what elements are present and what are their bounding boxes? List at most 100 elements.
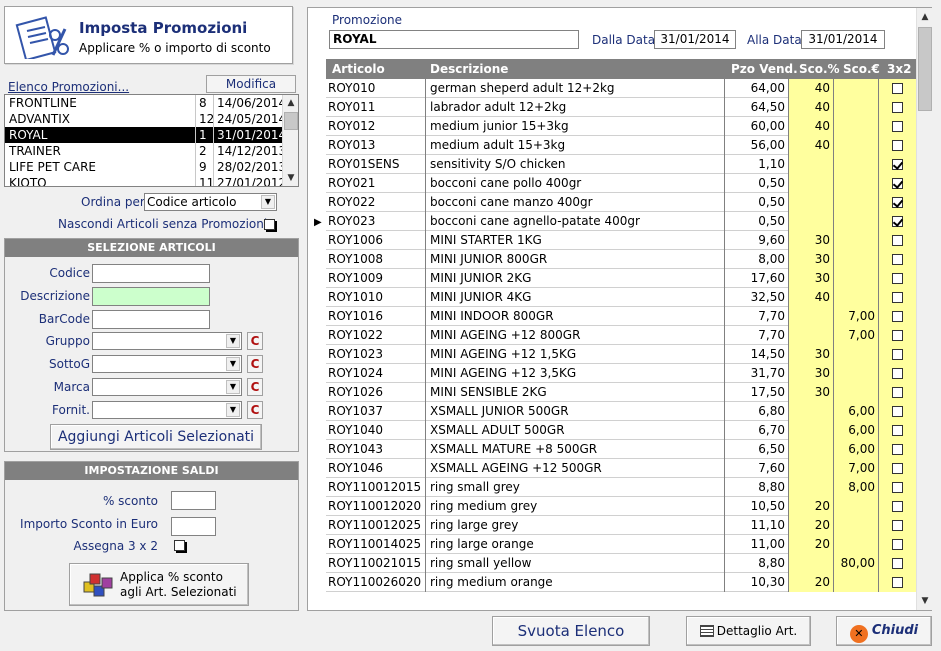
col-3x2[interactable]: 3x2 (887, 62, 911, 76)
cell-pct[interactable]: 20 (789, 535, 834, 554)
edit-list-button[interactable]: Modifica elenco (206, 75, 296, 107)
three-checkbox[interactable] (174, 540, 185, 551)
cell-price[interactable]: 60,00 (725, 117, 789, 136)
cell-price[interactable]: 8,80 (725, 478, 789, 497)
grid-scrollbar[interactable]: ▲ ▼ (916, 8, 932, 610)
cell-code[interactable]: ROY022 (326, 193, 426, 212)
cell-code[interactable]: ROY1043 (326, 440, 426, 459)
cell-eur[interactable]: 80,00 (834, 554, 879, 573)
cell-code[interactable]: ROY1026 (326, 383, 426, 402)
table-row[interactable]: ROY1022 MINI AGEING +12 800GR 7,70 7,00 (326, 326, 916, 345)
cell-price[interactable]: 6,50 (725, 440, 789, 459)
table-row[interactable]: ROY012 medium junior 15+3kg 60,00 40 (326, 117, 916, 136)
cell-desc[interactable]: medium junior 15+3kg (428, 117, 725, 136)
cell-code[interactable]: ROY1008 (326, 250, 426, 269)
cell-code[interactable]: ROY010 (326, 79, 426, 98)
three-checkbox-cell[interactable] (892, 387, 903, 398)
cell-desc[interactable]: XSMALL ADULT 500GR (428, 421, 725, 440)
cell-pct[interactable] (789, 193, 834, 212)
three-checkbox-cell[interactable] (892, 83, 903, 94)
table-row[interactable]: ROY110012020 ring medium grey 10,50 20 (326, 497, 916, 516)
codice-input[interactable] (92, 264, 210, 283)
euro-input[interactable] (171, 517, 216, 536)
cell-pct[interactable]: 20 (789, 516, 834, 535)
cell-price[interactable]: 14,50 (725, 345, 789, 364)
table-row[interactable]: ROY1026 MINI SENSIBLE 2KG 17,50 30 (326, 383, 916, 402)
promo-list-scrollbar[interactable]: ▲ ▼ (282, 95, 298, 186)
cell-price[interactable]: 17,60 (725, 269, 789, 288)
three-checkbox-cell[interactable] (892, 273, 903, 284)
add-selected-button[interactable]: Aggiungi Articoli Selezionati (50, 424, 262, 450)
cell-desc[interactable]: ring medium grey (428, 497, 725, 516)
cell-code[interactable]: ROY110021015 (326, 554, 426, 573)
three-checkbox-cell[interactable] (892, 501, 903, 512)
cell-price[interactable]: 17,50 (725, 383, 789, 402)
promo-list-label[interactable]: Elenco Promozioni... (8, 80, 129, 94)
cell-desc[interactable]: ring small grey (428, 478, 725, 497)
cell-desc[interactable]: MINI INDOOR 800GR (428, 307, 725, 326)
cell-pct[interactable] (789, 421, 834, 440)
table-row[interactable]: ROY01SENS sensitivity S/O chicken 1,10 (326, 155, 916, 174)
cell-price[interactable]: 32,50 (725, 288, 789, 307)
cell-desc[interactable]: MINI STARTER 1KG (428, 231, 725, 250)
cell-pct[interactable]: 30 (789, 231, 834, 250)
clear-marca-button[interactable]: C (247, 378, 263, 396)
gruppo-combo[interactable]: ▼ (92, 332, 242, 350)
table-row[interactable]: ROY1009 MINI JUNIOR 2KG 17,60 30 (326, 269, 916, 288)
cell-price[interactable]: 0,50 (725, 174, 789, 193)
fornit-combo[interactable]: ▼ (92, 401, 242, 419)
table-row[interactable]: ROY1023 MINI AGEING +12 1,5KG 14,50 30 (326, 345, 916, 364)
cell-code[interactable]: ROY1016 (326, 307, 426, 326)
cell-code[interactable]: ROY023 (326, 212, 426, 231)
cell-code[interactable]: ROY013 (326, 136, 426, 155)
order-combo[interactable]: Codice articolo ▼ (144, 193, 277, 211)
cell-desc[interactable]: MINI JUNIOR 4KG (428, 288, 725, 307)
three-checkbox-cell[interactable] (892, 482, 903, 493)
chevron-down-icon[interactable]: ▼ (226, 334, 240, 348)
col-pct[interactable]: Sco.% (799, 62, 840, 76)
three-checkbox-cell[interactable] (892, 444, 903, 455)
cell-eur[interactable] (834, 136, 879, 155)
sottog-combo[interactable]: ▼ (92, 355, 242, 373)
table-row[interactable]: ROY1037 XSMALL JUNIOR 500GR 6,80 6,00 (326, 402, 916, 421)
promo-list-item[interactable]: KIOTO 11 27/01/2012 (5, 175, 286, 186)
table-row[interactable]: ROY1046 XSMALL AGEING +12 500GR 7,60 7,00 (326, 459, 916, 478)
promo-name-input[interactable]: ROYAL (329, 30, 579, 49)
cell-eur[interactable]: 8,00 (834, 478, 879, 497)
cell-desc[interactable]: XSMALL AGEING +12 500GR (428, 459, 725, 478)
cell-eur[interactable] (834, 155, 879, 174)
cell-eur[interactable] (834, 288, 879, 307)
cell-pct[interactable]: 20 (789, 497, 834, 516)
three-checkbox-cell[interactable] (892, 520, 903, 531)
cell-desc[interactable]: bocconi cane agnello-patate 400gr (428, 212, 725, 231)
col-descrizione[interactable]: Descrizione (430, 62, 508, 76)
cell-price[interactable]: 64,50 (725, 98, 789, 117)
chevron-down-icon[interactable]: ▼ (226, 357, 240, 371)
scroll-down-icon[interactable]: ▼ (917, 593, 933, 609)
table-row[interactable]: ROY1016 MINI INDOOR 800GR 7,70 7,00 (326, 307, 916, 326)
three-checkbox-cell[interactable] (892, 349, 903, 360)
cell-desc[interactable]: bocconi cane pollo 400gr (428, 174, 725, 193)
three-checkbox-cell[interactable] (892, 292, 903, 303)
cell-eur[interactable] (834, 497, 879, 516)
three-checkbox-cell[interactable] (892, 102, 903, 113)
cell-desc[interactable]: german sheperd adult 12+2kg (428, 79, 725, 98)
cell-price[interactable]: 8,00 (725, 250, 789, 269)
cell-eur[interactable] (834, 212, 879, 231)
three-checkbox-cell[interactable] (892, 406, 903, 417)
three-checkbox-cell[interactable] (892, 216, 903, 227)
table-row[interactable]: ROY1010 MINI JUNIOR 4KG 32,50 40 (326, 288, 916, 307)
promo-list-item[interactable]: ADVANTIX 12 24/05/2014 (5, 111, 286, 127)
cell-code[interactable]: ROY1022 (326, 326, 426, 345)
detail-button[interactable]: Dettaglio Art. (686, 616, 811, 646)
cell-pct[interactable] (789, 212, 834, 231)
three-checkbox-cell[interactable] (892, 425, 903, 436)
cell-desc[interactable]: medium adult 15+3kg (428, 136, 725, 155)
apply-discount-button[interactable]: Applica % sconto agli Art. Selezionati (69, 563, 249, 606)
three-checkbox-cell[interactable] (892, 121, 903, 132)
scroll-up-icon[interactable]: ▲ (917, 9, 933, 25)
cell-code[interactable]: ROY021 (326, 174, 426, 193)
three-checkbox-cell[interactable] (892, 178, 903, 189)
table-row[interactable]: ROY021 bocconi cane pollo 400gr 0,50 (326, 174, 916, 193)
col-price[interactable]: Pzo Vend. (731, 62, 798, 76)
